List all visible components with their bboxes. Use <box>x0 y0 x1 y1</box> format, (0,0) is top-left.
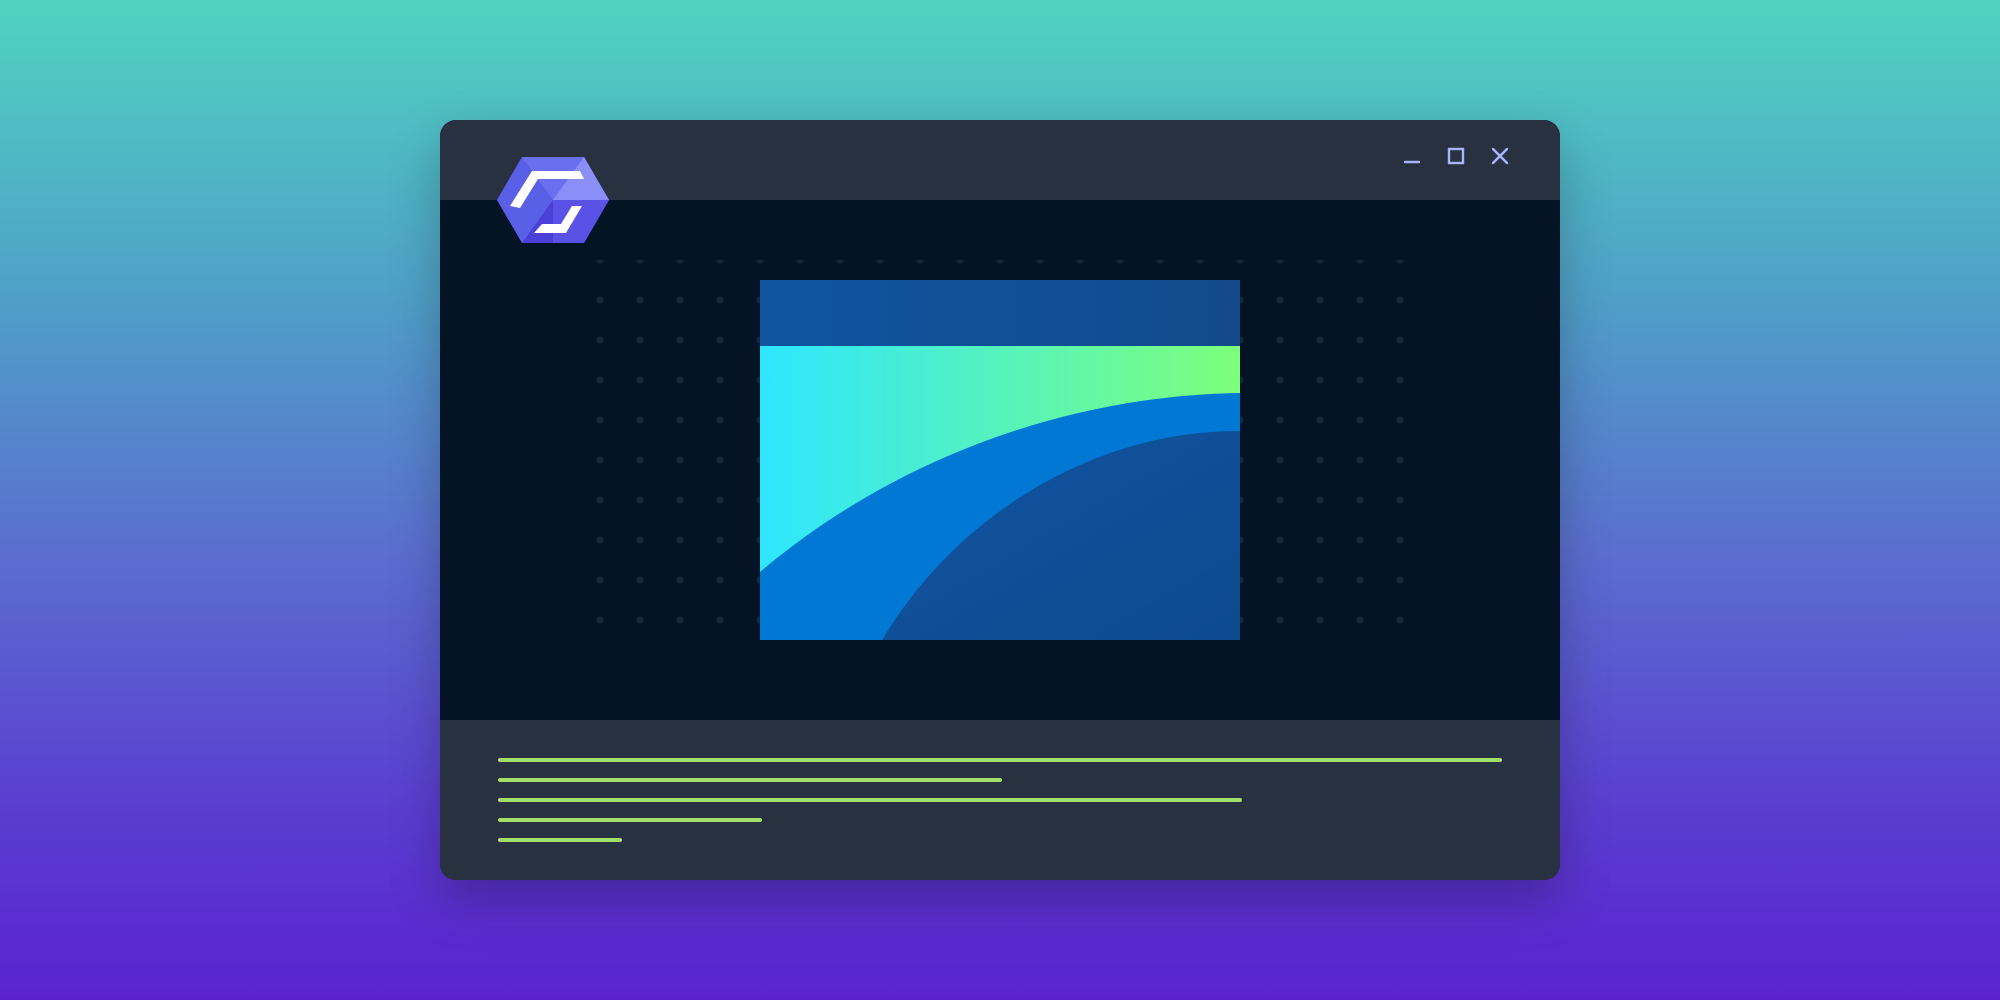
code-panel <box>440 720 1560 880</box>
close-icon[interactable] <box>1490 146 1510 166</box>
code-line <box>498 758 1502 762</box>
code-line <box>498 818 762 822</box>
code-line <box>498 798 1242 802</box>
window-controls <box>1402 146 1510 166</box>
app-window <box>440 120 1560 880</box>
image-placeholder-icon <box>760 280 1240 640</box>
maximize-icon[interactable] <box>1446 146 1466 166</box>
code-line <box>498 778 1002 782</box>
content-area <box>440 200 1560 720</box>
hexagon-cube-logo-icon <box>497 157 609 243</box>
minimize-icon[interactable] <box>1402 146 1422 166</box>
code-line <box>498 838 622 842</box>
